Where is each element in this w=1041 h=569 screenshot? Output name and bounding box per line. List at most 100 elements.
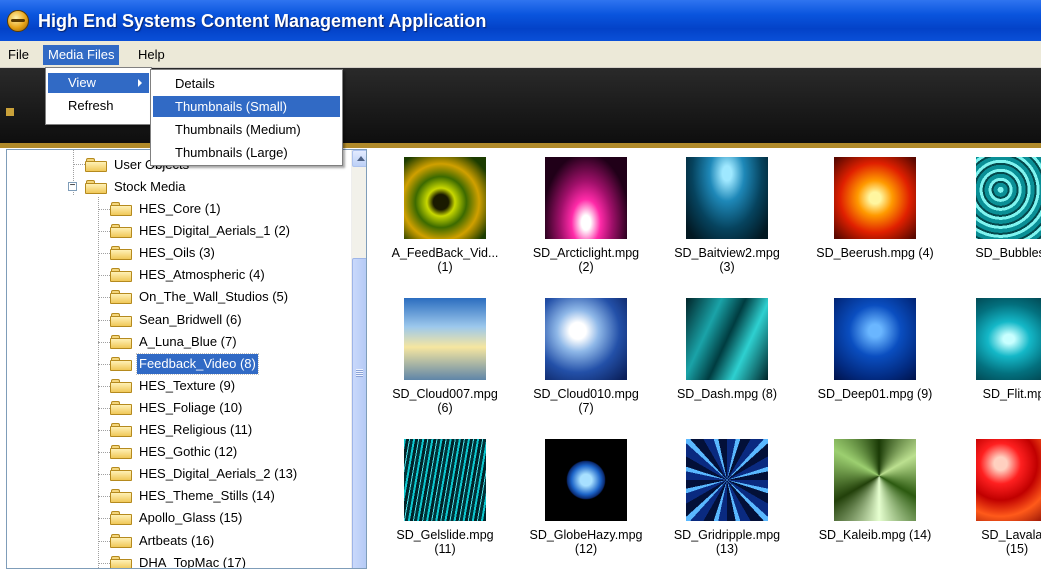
thumbnail-label: SD_Baitview2.mpg (3) [657,246,797,274]
tree-item-label: Apollo_Glass (15) [139,510,243,526]
folder-icon [85,180,107,194]
thumbnail-image[interactable] [545,298,627,380]
thumbnail-image[interactable] [976,439,1041,521]
menu-help[interactable]: Help [133,45,170,65]
submenu-arrow-icon [138,79,142,87]
thumbnail-label: SD_Arcticlight.mpg (2) [516,246,656,274]
tree-item-label: DHA_TopMac (17) [139,554,246,569]
collapse-toggle[interactable]: − [68,181,77,191]
tree-item-label: HES_Texture (9) [139,377,236,393]
thumbnail-image[interactable] [834,157,916,239]
menu-media-files[interactable]: Media Files [43,45,120,65]
tree-line [73,164,85,165]
media-thumbnail[interactable]: SD_Lavalam(15) [947,431,1041,556]
folder-icon [110,378,132,393]
tree-line [98,363,110,365]
thumbnail-image[interactable] [404,298,486,380]
thumbnail-image[interactable] [545,157,627,239]
media-thumbnail[interactable]: SD_Cloud007.mpg (6) [375,290,515,415]
media-thumbnail[interactable]: A_FeedBack_Vid... (1) [375,149,515,274]
media-thumbnail[interactable]: SD_Bubbles.m [947,149,1041,274]
tree-line [98,407,110,409]
tree-line [98,275,110,277]
thumbnail-index: (3) [719,260,735,274]
thumbnail-filename: SD_GlobeHazy.mpg [529,528,643,542]
folder-icon [110,356,132,371]
thumbnail-filename: SD_Kaleib.mpg (14) [818,528,932,542]
folder-icon [110,290,132,305]
thumbnail-image[interactable] [545,439,627,521]
media-thumbnail[interactable]: SD_Flit.mpg [947,290,1041,415]
thumbnail-image[interactable] [976,157,1041,239]
media-thumbnail[interactable]: SD_Kaleib.mpg (14) [805,431,945,556]
folder-icon [110,511,132,526]
thumbnail-image[interactable] [404,157,486,239]
tree-item-label: HES_Core (1) [139,201,221,216]
media-thumbnail[interactable]: SD_Baitview2.mpg (3) [657,149,797,274]
scroll-up-arrow-icon[interactable] [352,150,366,167]
folder-icon [110,533,132,548]
media-thumbnail[interactable]: SD_Deep01.mpg (9) [805,290,945,415]
thumbnail-filename: SD_Cloud007.mpg [392,387,498,401]
tree-item-label: HES_Digital_Aerials_1 (2) [139,223,291,239]
menu-file[interactable]: File [3,45,34,65]
tree-item-label: Artbeats (16) [139,532,215,548]
menu-item-refresh[interactable]: Refresh [48,96,149,116]
thumbnail-label: SD_Flit.mpg [947,387,1041,401]
thumbnail-label: SD_GlobeHazy.mpg (12) [516,528,656,556]
thumbnail-filename: SD_Dash.mpg (8) [676,387,778,401]
media-thumbnail[interactable]: SD_Dash.mpg (8) [657,290,797,415]
thumbnail-filename: SD_Flit.mpg [982,387,1041,401]
submenu-item[interactable]: Details [153,73,340,94]
media-thumbnail[interactable]: SD_GlobeHazy.mpg (12) [516,431,656,556]
thumbnail-image[interactable] [976,298,1041,380]
media-thumbnail[interactable]: SD_Arcticlight.mpg (2) [516,149,656,274]
submenu-item[interactable]: Thumbnails (Large) [153,142,340,163]
thumbnail-index: (7) [578,401,594,415]
tree-scrollbar[interactable] [351,150,366,568]
thumbnail-index: (11) [434,542,456,556]
media-thumbnail[interactable]: SD_Gelslide.mpg (11) [375,431,515,556]
tree-item-label: On_The_Wall_Studios (5) [139,289,289,305]
thumbnail-index: (2) [578,260,594,274]
folder-icon [110,489,132,504]
thumbnail-index: (1) [437,260,453,274]
media-thumbnail[interactable]: SD_Beerush.mpg (4) [805,149,945,274]
scroll-grip-icon [356,369,363,377]
thumbnail-index: (13) [715,542,739,556]
thumbnail-filename: SD_Arcticlight.mpg [532,246,640,260]
media-thumbnail[interactable]: SD_Gridripple.mpg (13) [657,431,797,556]
tree-item-label: HES_Digital_Aerials_2 (13) [139,466,298,482]
folder-tree[interactable]: User Objects − Stock Media HES_Core (1)H… [6,149,367,569]
thumbnail-image[interactable] [404,439,486,521]
thumbnail-label: SD_Cloud007.mpg (6) [375,387,515,415]
folder-icon [110,202,132,216]
thumbnail-image[interactable] [686,298,768,380]
folder-icon [110,467,132,482]
thumbnail-image[interactable] [834,439,916,521]
tree-line [98,231,110,233]
tree-line [98,562,110,564]
scroll-thumb[interactable] [352,258,366,568]
thumbnail-filename: SD_Bubbles.m [975,246,1041,260]
submenu-item[interactable]: Thumbnails (Small) [153,96,340,117]
thumbnail-image[interactable] [686,439,768,521]
media-thumbnail[interactable]: SD_Cloud010.mpg (7) [516,290,656,415]
menu-item-view[interactable]: View [48,73,149,93]
folder-icon [110,400,132,415]
thumbnail-view[interactable]: A_FeedBack_Vid... (1) SD_Arcticlight.mpg (2… [375,149,1041,569]
tree-line [98,209,110,210]
tree-line [98,319,110,321]
thumbnail-image[interactable] [686,157,768,239]
thumbnail-filename: SD_Gelslide.mpg [396,528,494,542]
folder-icon [110,268,132,283]
tree-line [98,341,110,343]
tree-line [98,518,110,520]
thumbnail-image[interactable] [834,298,916,380]
tree-item-label: A_Luna_Blue (7) [139,333,237,349]
menu-bar: File Media Files Help [0,41,1041,68]
title-bar[interactable]: High End Systems Content Management Appl… [0,0,1041,41]
toolbar-icon[interactable] [6,108,14,116]
thumbnail-filename: A_FeedBack_Vid... [391,246,499,260]
submenu-item[interactable]: Thumbnails (Medium) [153,119,340,140]
